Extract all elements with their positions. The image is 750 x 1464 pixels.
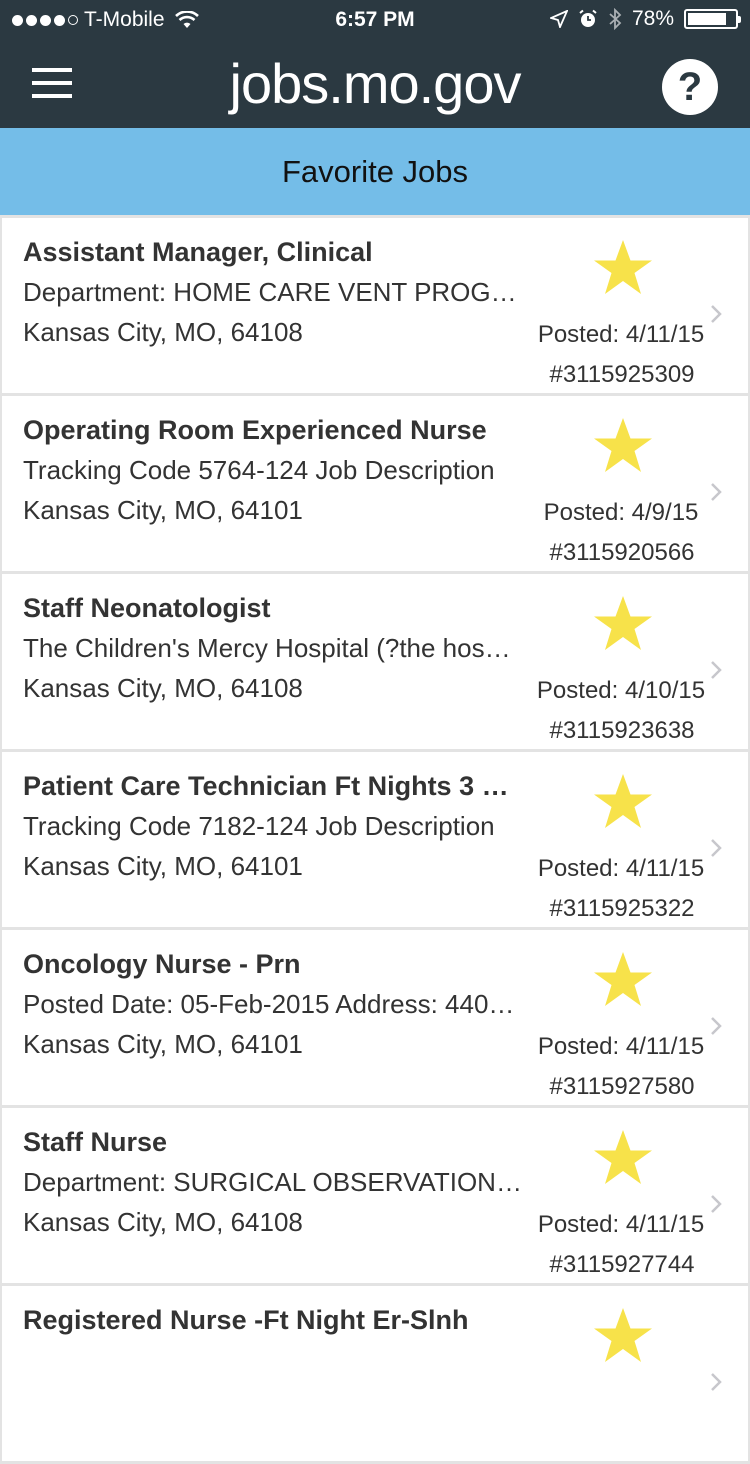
site-logo: jobs.mo.gov [229, 52, 522, 115]
job-list-item[interactable]: Operating Room Experienced Nurse Tracking… [2, 396, 748, 571]
status-bar: T-Mobile 6:57 PM 78% [0, 0, 750, 40]
job-list-item[interactable]: Assistant Manager, Clinical Department: H… [2, 218, 748, 393]
job-posted-date: Posted: 4/11/15 [537, 321, 705, 348]
job-description: Tracking Code 5764-124 Job Description [23, 455, 495, 485]
favorite-star-icon[interactable] [592, 1306, 654, 1366]
bluetooth-icon [609, 8, 622, 30]
job-description: Tracking Code 7182-124 Job Description [23, 811, 495, 841]
job-posted-date: Posted: 4/9/15 [543, 499, 699, 526]
job-location: Kansas City, MO, 64101 [23, 495, 303, 525]
job-description: Department: HOME CARE VENT PROGRAM [23, 277, 523, 307]
job-id: #3115920566 [549, 539, 695, 566]
job-posted-date: Posted: 4/10/15 [536, 677, 706, 704]
job-description: Department: SURGICAL OBSERVATION UNIT [23, 1167, 523, 1197]
battery-icon [684, 9, 741, 29]
favorite-star-icon[interactable] [592, 950, 654, 1010]
job-title: Staff Nurse [23, 1127, 168, 1157]
job-description: The Children's Mercy Hospital (?the hosp… [23, 633, 523, 663]
alarm-icon [579, 9, 597, 27]
job-list-item[interactable]: Patient Care Technician Ft Nights 3 West… [2, 752, 748, 927]
job-posted-date: Posted: 4/11/15 [537, 1211, 705, 1238]
chevron-right-icon [711, 483, 722, 501]
chevron-right-icon [711, 1195, 722, 1213]
job-posted-date: Posted: 4/11/15 [537, 855, 705, 882]
job-title: Operating Room Experienced Nurse [23, 415, 487, 445]
favorite-star-icon[interactable] [592, 772, 654, 832]
page-title: Favorite Jobs [0, 128, 750, 215]
favorite-jobs-list: Assistant Manager, Clinical Department: H… [0, 218, 750, 1464]
job-list-item[interactable]: Staff Neonatologist The Children's Mercy … [2, 574, 748, 749]
battery-percent: 78% [631, 7, 674, 30]
job-list-item[interactable]: Oncology Nurse - Prn Posted Date: 05-Feb-… [2, 930, 748, 1105]
location-arrow-icon [549, 10, 568, 28]
job-location: Kansas City, MO, 64101 [23, 851, 303, 881]
help-button[interactable]: ? [662, 59, 718, 115]
job-id: #3115925309 [549, 361, 695, 388]
job-id: #3115925322 [549, 895, 695, 922]
favorite-star-icon[interactable] [592, 416, 654, 476]
chevron-right-icon [711, 1017, 722, 1035]
job-description: Posted Date: 05-Feb-2015 Address: 4401 W… [23, 989, 523, 1019]
job-location: Kansas City, MO, 64101 [23, 1029, 303, 1059]
chevron-right-icon [711, 1373, 722, 1391]
job-list-item[interactable]: Registered Nurse -Ft Night Er-Slnh [2, 1286, 748, 1461]
job-location: Kansas City, MO, 64108 [23, 673, 303, 703]
job-location: Kansas City, MO, 64108 [23, 317, 303, 347]
job-id: #3115927744 [549, 1251, 695, 1278]
job-title: Registered Nurse -Ft Night Er-Slnh [23, 1305, 469, 1335]
job-title: Assistant Manager, Clinical [23, 237, 373, 267]
nav-bar: jobs.mo.gov ? [0, 40, 750, 128]
job-title: Staff Neonatologist [23, 593, 271, 623]
chevron-right-icon [711, 661, 722, 679]
job-location: Kansas City, MO, 64108 [23, 1207, 303, 1237]
job-id: #3115923638 [549, 717, 695, 744]
favorite-star-icon[interactable] [592, 1128, 654, 1188]
favorite-star-icon[interactable] [592, 594, 654, 654]
favorite-star-icon[interactable] [592, 238, 654, 298]
job-posted-date: Posted: 4/11/15 [537, 1033, 705, 1060]
chevron-right-icon [711, 839, 722, 857]
app-header: T-Mobile 6:57 PM 78% jobs.mo.gov ? [0, 0, 750, 128]
chevron-right-icon [711, 305, 722, 323]
job-title: Oncology Nurse - Prn [23, 949, 301, 979]
job-id: #3115927580 [549, 1073, 695, 1100]
job-title: Patient Care Technician Ft Nights 3 West [23, 771, 523, 801]
job-list-item[interactable]: Staff Nurse Department: SURGICAL OBSERVAT… [2, 1108, 748, 1283]
